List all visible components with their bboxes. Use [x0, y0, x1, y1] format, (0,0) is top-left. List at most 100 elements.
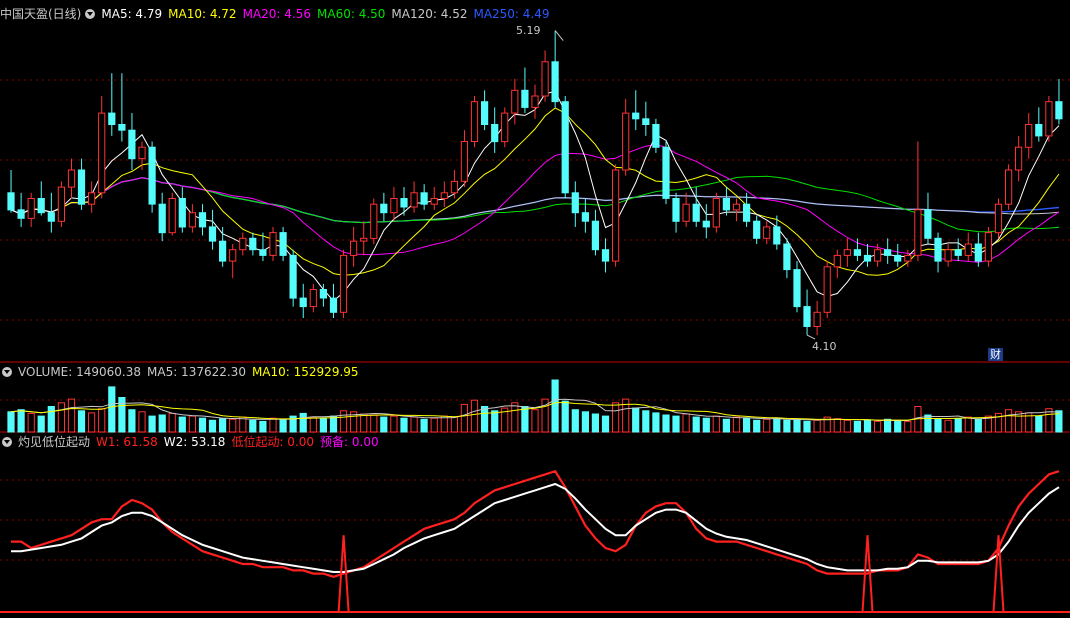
volume-bar-up — [531, 409, 539, 433]
candle-up — [682, 203, 690, 222]
candle-down — [934, 237, 942, 262]
volume-header: VOLUME: 149060.38 MA5: 137622.30 MA10: 1… — [0, 364, 365, 380]
volume-bar-down — [37, 415, 45, 433]
candle-down — [793, 269, 801, 308]
volume-bar-down — [208, 419, 217, 433]
candle-down — [420, 192, 428, 205]
volume-bar-down — [17, 409, 25, 433]
ma60-label: MA60: 4.50 — [317, 7, 386, 21]
volume-bar-down — [77, 410, 86, 433]
volume-bar-down — [178, 416, 186, 433]
candle-down — [329, 297, 338, 313]
volume-bar-down — [148, 415, 156, 433]
candle-up — [541, 61, 549, 97]
candle-up — [531, 95, 539, 108]
volume-panel[interactable] — [7, 379, 1063, 433]
volume-bar-down — [702, 417, 710, 433]
high-marker — [554, 30, 564, 41]
volume-toggle-icon[interactable] — [2, 367, 12, 377]
volume-bar-down — [743, 417, 751, 433]
candle-up — [914, 209, 922, 256]
volume-bar-down — [783, 419, 791, 433]
volume-bar-down — [581, 411, 589, 433]
volume-bar-up — [450, 416, 458, 433]
volume-bar-down — [158, 414, 166, 433]
candle-down — [491, 124, 499, 143]
indicator-panel[interactable] — [0, 469, 1070, 613]
candle-down — [400, 198, 408, 208]
start-label: 低位起动: 0.00 — [231, 435, 315, 449]
ma10-line — [10, 107, 1060, 276]
volume-bar-down — [884, 418, 892, 433]
candle-up — [1015, 146, 1023, 171]
volume-bar-down — [108, 386, 116, 433]
candle-up — [470, 101, 479, 142]
volume-bar-down — [974, 418, 982, 433]
ma20-line — [10, 143, 1060, 263]
candle-down — [37, 198, 45, 214]
candle-down — [178, 198, 186, 228]
volume-bar-up — [370, 414, 378, 433]
candle-down — [591, 220, 599, 251]
candle-up — [511, 89, 519, 114]
volume-bar-up — [843, 419, 851, 433]
settings-toggle-icon[interactable] — [85, 9, 96, 19]
volume-bar-down — [299, 412, 307, 433]
candle-down — [702, 220, 710, 228]
ma120-line — [10, 177, 1060, 224]
volume-bar-up — [944, 419, 952, 433]
candle-up — [370, 203, 378, 239]
candle-down — [77, 169, 86, 205]
volume-bar-down — [773, 417, 781, 433]
candle-up — [1045, 101, 1053, 137]
candle-up — [239, 237, 247, 251]
w2-label: W2: 53.18 — [163, 435, 226, 449]
volume-bar-up — [390, 415, 398, 433]
candle-down — [974, 243, 982, 262]
volume-bar-down — [521, 406, 529, 433]
volume-bar-up — [229, 418, 237, 433]
indicator-toggle-icon[interactable] — [2, 437, 12, 447]
volume-bar-down — [924, 414, 932, 433]
stock-chart[interactable] — [0, 0, 1070, 618]
candle-up — [188, 212, 197, 228]
candle-up — [994, 203, 1003, 234]
price-panel[interactable] — [7, 30, 1063, 340]
finance-badge[interactable]: 财 — [988, 348, 1003, 361]
candle-up — [440, 192, 448, 200]
volume-bar-down — [400, 417, 408, 433]
candle-down — [17, 209, 25, 219]
candle-down — [672, 198, 680, 222]
candle-up — [309, 289, 317, 308]
ma10-label: MA10: 4.72 — [168, 7, 237, 21]
candle-down — [289, 254, 297, 299]
volume-bar-down — [259, 420, 267, 433]
volume-bar-down — [1035, 415, 1043, 433]
volume-bar-up — [410, 416, 418, 433]
candle-up — [27, 198, 35, 219]
volume-bar-up — [904, 420, 912, 433]
indicator-header: 灼见低位起动 W1: 61.58 W2: 53.18 低位起动: 0.00 预备… — [0, 434, 385, 450]
volume-ma5-label: MA5: 137622.30 — [147, 365, 246, 379]
candle-up — [964, 243, 972, 256]
volume-bar-up — [309, 416, 317, 433]
candle-up — [823, 266, 831, 313]
volume-bar-up — [67, 398, 76, 433]
candle-down — [753, 220, 761, 239]
volume-bar-down — [329, 415, 338, 433]
volume-bar-up — [440, 415, 448, 433]
candle-up — [833, 254, 841, 268]
volume-bar-down — [753, 419, 761, 433]
candle-up — [1005, 169, 1013, 205]
candle-down — [853, 249, 861, 256]
candle-down — [148, 146, 156, 205]
candle-up — [712, 198, 720, 228]
ma5-label: MA5: 4.79 — [101, 7, 163, 21]
candle-down — [279, 232, 287, 256]
candle-down — [47, 212, 55, 222]
candle-up — [622, 112, 630, 171]
candle-up — [339, 254, 348, 313]
volume-bar-down — [420, 418, 428, 433]
volume-bar-down — [793, 418, 801, 433]
volume-bar-up — [57, 402, 65, 433]
